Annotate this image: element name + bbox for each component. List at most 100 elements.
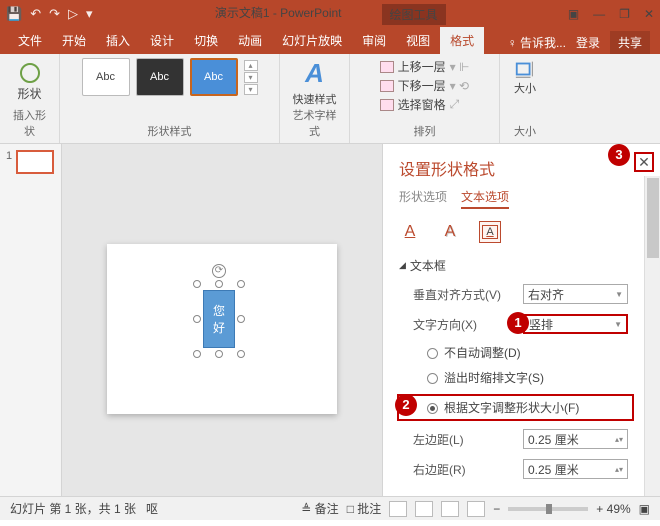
tab-review[interactable]: 审阅	[352, 27, 396, 54]
status-bar: 幻灯片 第 1 张，共 1 张 呕 ≜ 备注 □ 批注 − + 49% ▣	[0, 496, 660, 520]
save-icon[interactable]: 💾	[6, 6, 22, 22]
tab-insert[interactable]: 插入	[96, 27, 140, 54]
comments-button[interactable]: □ 批注	[347, 500, 382, 517]
undo-icon[interactable]: ↶	[30, 6, 41, 22]
resize-handle-se[interactable]	[237, 350, 245, 358]
group-label: 插入形状	[8, 107, 51, 141]
style-preset-2[interactable]: Abc	[136, 58, 184, 96]
pane-close-button[interactable]: ✕	[634, 152, 654, 172]
selected-shape[interactable]: ⟳ 您 好	[197, 284, 241, 354]
radio-no-autofit[interactable]: 不自动调整(D)	[399, 344, 644, 361]
contextual-tools-label: 绘图工具	[382, 4, 446, 25]
slide-thumbnails: 1	[0, 144, 62, 496]
valign-label: 垂直对齐方式(V)	[413, 286, 523, 303]
scrollbar-thumb[interactable]	[647, 178, 659, 258]
slide-canvas[interactable]: ⟳ 您 好	[62, 144, 382, 496]
group-wordart-styles: A 快速样式 艺术字样式	[280, 54, 350, 143]
view-reading-icon[interactable]	[441, 501, 459, 517]
group-shape-styles: Abc Abc Abc ▴▾▾ 形状样式	[60, 54, 280, 143]
radio-resize-shape[interactable]: 根据文字调整形状大小(F)	[397, 394, 634, 421]
tab-home[interactable]: 开始	[52, 27, 96, 54]
qat-more-icon[interactable]: ▾	[86, 6, 93, 22]
pane-title: 设置形状格式	[399, 156, 644, 180]
left-margin-label: 左边距(L)	[413, 431, 523, 448]
tab-view[interactable]: 视图	[396, 27, 440, 54]
minimize-icon[interactable]: —	[593, 7, 605, 21]
rotation-handle[interactable]: ⟳	[212, 264, 226, 278]
ribbon-options-icon[interactable]: ▣	[568, 7, 579, 21]
title-bar: 💾 ↶ ↷ ▷ ▾ 演示文稿1 - PowerPoint 绘图工具 ▣ — ❐ …	[0, 0, 660, 28]
shapes-button[interactable]: 形状	[10, 58, 50, 107]
restore-icon[interactable]: ❐	[619, 7, 630, 21]
section-textbox[interactable]: ◢ 文本框	[399, 257, 644, 274]
resize-handle-w[interactable]	[193, 315, 201, 323]
format-shape-pane: 3 ✕ 设置形状格式 形状选项 文本选项 A A A ◢ 文本框 垂直对齐方式(…	[382, 144, 660, 496]
resize-handle-nw[interactable]	[193, 280, 201, 288]
tab-transitions[interactable]: 切换	[184, 27, 228, 54]
collapse-icon: ◢	[399, 260, 406, 271]
text-effects-icon[interactable]: A	[439, 221, 461, 243]
share-button[interactable]: 共享	[610, 31, 650, 54]
subtab-shape-options[interactable]: 形状选项	[399, 188, 447, 209]
radio-shrink-overflow[interactable]: 溢出时缩排文字(S)	[399, 369, 644, 386]
selection-pane[interactable]: 选择窗格⤢	[380, 96, 470, 113]
shapes-icon	[20, 63, 40, 83]
resize-handle-sw[interactable]	[193, 350, 201, 358]
resize-handle-ne[interactable]	[237, 280, 245, 288]
pane-subtabs: 形状选项 文本选项	[399, 188, 644, 209]
language-indicator[interactable]: 呕	[146, 500, 158, 517]
gallery-scroll[interactable]: ▴▾▾	[244, 60, 258, 95]
direction-dropdown[interactable]: 竖排▼	[523, 314, 628, 334]
row-vertical-align: 垂直对齐方式(V) 右对齐▼	[399, 284, 644, 304]
redo-icon[interactable]: ↷	[49, 6, 60, 22]
size-icon	[514, 58, 536, 80]
group-label: 形状样式	[148, 123, 192, 141]
tell-me[interactable]: ♀ 告诉我...	[508, 34, 566, 51]
style-preset-1[interactable]: Abc	[82, 58, 130, 96]
thumbnail-1[interactable]: 1	[6, 150, 55, 174]
style-preset-3[interactable]: Abc	[190, 58, 238, 96]
zoom-level[interactable]: + 49%	[596, 502, 630, 516]
style-gallery: Abc Abc Abc ▴▾▾	[82, 58, 258, 96]
view-slideshow-icon[interactable]	[467, 501, 485, 517]
send-backward[interactable]: 下移一层▾ ⟲	[380, 77, 470, 94]
tab-design[interactable]: 设计	[140, 27, 184, 54]
view-normal-icon[interactable]	[389, 501, 407, 517]
subtab-text-options[interactable]: 文本选项	[461, 188, 509, 209]
textbox-icon[interactable]: A	[479, 221, 501, 243]
left-margin-input[interactable]: 0.25 厘米▴▾	[523, 429, 628, 449]
right-margin-input[interactable]: 0.25 厘米▴▾	[523, 459, 628, 479]
zoom-slider[interactable]	[508, 507, 588, 511]
sign-in[interactable]: 登录	[576, 34, 600, 51]
tab-format[interactable]: 格式	[440, 27, 484, 54]
ribbon: 形状 插入形状 Abc Abc Abc ▴▾▾ 形状样式 A 快速样式 艺术字样…	[0, 54, 660, 144]
valign-dropdown[interactable]: 右对齐▼	[523, 284, 628, 304]
view-sorter-icon[interactable]	[415, 501, 433, 517]
bring-forward[interactable]: 上移一层▾ ⊩	[380, 58, 470, 75]
fit-window-icon[interactable]: ▣	[639, 502, 650, 516]
resize-handle-e[interactable]	[237, 315, 245, 323]
notes-button[interactable]: ≜ 备注	[301, 500, 338, 517]
tab-slideshow[interactable]: 幻灯片放映	[272, 27, 352, 54]
text-fill-icon[interactable]: A	[399, 221, 421, 243]
resize-handle-n[interactable]	[215, 280, 223, 288]
document-title: 演示文稿1 - PowerPoint	[215, 4, 342, 25]
tab-file[interactable]: 文件	[8, 27, 52, 54]
shape-text-1: 您	[213, 302, 225, 319]
quick-styles-label: 快速样式	[293, 91, 337, 107]
quick-styles-button[interactable]: A 快速样式	[293, 58, 337, 107]
row-left-margin: 左边距(L) 0.25 厘米▴▾	[399, 429, 644, 449]
tab-animations[interactable]: 动画	[228, 27, 272, 54]
size-button[interactable]: 大小	[505, 58, 545, 96]
quick-access-toolbar: 💾 ↶ ↷ ▷ ▾	[6, 6, 93, 22]
callout-1: 1	[507, 312, 529, 334]
group-size: 大小 大小	[500, 54, 550, 143]
window-title: 演示文稿1 - PowerPoint 绘图工具	[93, 4, 568, 25]
resize-handle-s[interactable]	[215, 350, 223, 358]
pane-category-icons: A A A	[399, 221, 644, 243]
pane-scrollbar[interactable]	[644, 176, 660, 496]
size-label: 大小	[514, 80, 536, 96]
close-icon[interactable]: ✕	[644, 7, 654, 21]
group-label: 大小	[514, 123, 536, 141]
slideshow-icon[interactable]: ▷	[68, 6, 78, 22]
